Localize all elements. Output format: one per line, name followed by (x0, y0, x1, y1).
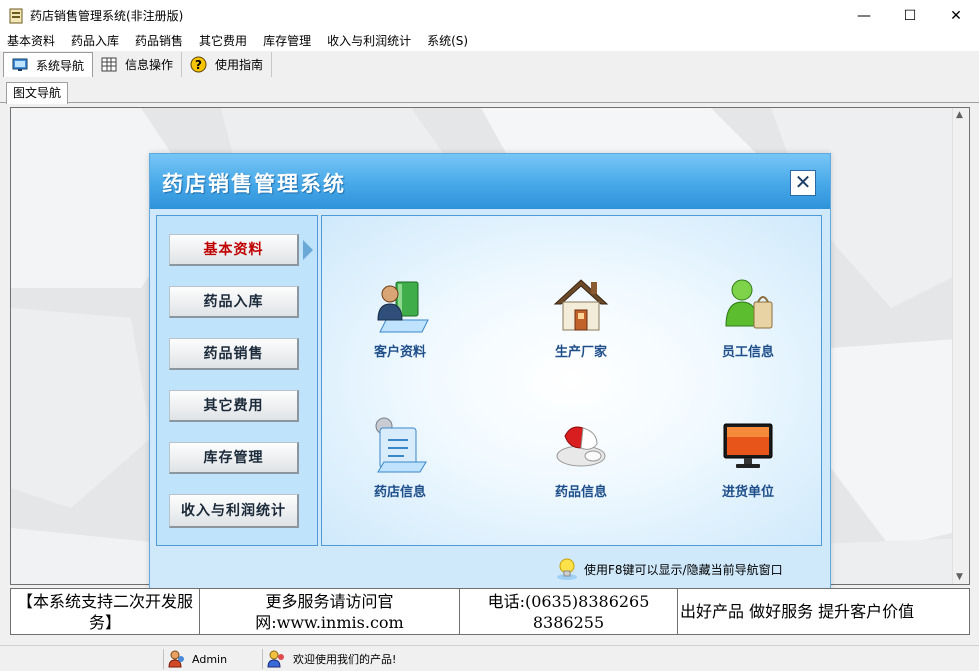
window-title: 药店销售管理系统(非注册版) (30, 9, 184, 23)
tab-strip: 图文导航 (0, 80, 979, 104)
dialog-footer-hint: 使用F8键可以显示/隐藏当前导航窗口 (556, 554, 783, 584)
menu-income-profit[interactable]: 收入与利润统计 (320, 31, 420, 51)
info-cell-dev: 【本系统支持二次开发服务】 (11, 589, 200, 634)
info-cell-slogan: 出好产品 做好服务 提升客户价值 (678, 589, 969, 634)
tab-graphic-nav[interactable]: 图文导航 (6, 82, 69, 104)
user-icon (168, 650, 184, 668)
status-user-name: Admin (192, 652, 228, 666)
info-cell-website: 更多服务请访问官 网:www.inmis.com (200, 589, 460, 634)
info-website-line1: 更多服务请访问官 (265, 591, 394, 611)
nav-dialog: 药店销售管理系统 ✕ 基本资料 药品入库 药品销售 其它费用 库存管理 收入与利… (149, 153, 831, 589)
feature-employee[interactable]: 员工信息 (688, 276, 808, 360)
feature-label: 进货单位 (721, 485, 774, 500)
app-icon (9, 8, 23, 23)
feature-supplier[interactable]: 进货单位 (688, 416, 808, 500)
help-icon: ? (190, 56, 207, 73)
toolbar-system-nav-button[interactable]: 系统导航 (3, 52, 94, 77)
info-website-line2: 网:www.inmis.com (255, 612, 404, 632)
menu-system[interactable]: 系统(S) (420, 31, 477, 51)
clipboard-icon (375, 417, 427, 473)
dialog-header: 药店销售管理系统 ✕ (150, 154, 830, 209)
menu-basic-data[interactable]: 基本资料 (0, 31, 64, 51)
house-icon (553, 279, 609, 331)
scroll-down-icon[interactable]: ▼ (956, 572, 963, 582)
menu-drug-stock-in[interactable]: 药品入库 (64, 31, 128, 51)
monitor-icon (723, 423, 773, 468)
feature-drug-info[interactable]: 药品信息 (521, 416, 641, 500)
nav-drug-sales-button[interactable]: 药品销售 (169, 338, 299, 370)
toolbar-label: 信息操作 (125, 58, 174, 72)
menu-bar: 基本资料 药品入库 药品销售 其它费用 库存管理 收入与利润统计 系统(S) (0, 31, 979, 51)
monitor-icon (12, 58, 28, 71)
status-bar: Admin 欢迎使用我们的产品! (0, 645, 979, 671)
info-phone-line2: 8386255 (532, 612, 605, 632)
status-welcome-text: 欢迎使用我们的产品! (293, 653, 397, 666)
nav-other-expenses-button[interactable]: 其它费用 (169, 390, 299, 422)
toolbar-label: 系统导航 (36, 58, 85, 73)
nav-inventory-button[interactable]: 库存管理 (169, 442, 299, 474)
dialog-close-button[interactable]: ✕ (790, 170, 816, 196)
close-button[interactable]: ✕ (933, 0, 979, 31)
feature-label: 药品信息 (554, 485, 607, 500)
maximize-button[interactable]: ☐ (887, 0, 933, 31)
feature-manufacturer[interactable]: 生产厂家 (521, 276, 641, 360)
minimize-button[interactable]: — (841, 0, 887, 31)
vertical-scrollbar[interactable]: ▲ ▼ (952, 108, 969, 584)
svg-text:?: ? (195, 58, 202, 72)
info-cell-phone: 电话:(0635)8386265 8386255 (460, 589, 678, 634)
status-user: Admin (163, 649, 259, 669)
toolbar-user-guide-button[interactable]: ? 使用指南 (182, 52, 273, 77)
pill-icon (556, 426, 606, 467)
feature-label: 生产厂家 (554, 345, 607, 360)
toolbar: 系统导航 信息操作 ? 使用指南 (0, 51, 979, 78)
menu-inventory[interactable]: 库存管理 (256, 31, 320, 51)
menu-other-expenses[interactable]: 其它费用 (192, 31, 256, 51)
feature-label: 客户资料 (373, 345, 426, 360)
nav-basic-data-button[interactable]: 基本资料 (169, 234, 299, 266)
toolbar-info-ops-button[interactable]: 信息操作 (93, 52, 183, 77)
toolbar-label: 使用指南 (215, 58, 264, 72)
footer-hint-text: 使用F8键可以显示/隐藏当前导航窗口 (584, 562, 783, 577)
info-bar: 【本系统支持二次开发服务】 更多服务请访问官 网:www.inmis.com 电… (10, 588, 970, 635)
grid-icon (101, 57, 117, 72)
nav-income-profit-button[interactable]: 收入与利润统计 (169, 494, 299, 528)
employee-icon (725, 279, 773, 329)
scroll-up-icon[interactable]: ▲ (956, 110, 963, 120)
users-icon (267, 650, 284, 668)
info-dev-text: 【本系统支持二次开发服务】 (16, 591, 193, 632)
feature-label: 药店信息 (373, 485, 426, 500)
title-bar: 药店销售管理系统(非注册版) — ☐ ✕ (0, 0, 979, 31)
feature-pharmacy-info[interactable]: 药店信息 (340, 416, 460, 500)
feature-label: 员工信息 (721, 345, 774, 360)
info-phone-line1: 电话:(0635)8386265 (487, 591, 650, 611)
status-welcome: 欢迎使用我们的产品! (262, 649, 462, 669)
info-slogan-text: 出好产品 做好服务 提升客户价值 (680, 602, 915, 621)
dialog-title: 药店销售管理系统 (162, 171, 346, 196)
feature-customer[interactable]: 客户资料 (340, 276, 460, 360)
dialog-nav-panel: 基本资料 药品入库 药品销售 其它费用 库存管理 收入与利润统计 (156, 215, 318, 546)
nav-drug-stock-in-button[interactable]: 药品入库 (169, 286, 299, 318)
customer-icon (377, 281, 429, 333)
nav-selected-arrow-icon (303, 240, 313, 260)
lightbulb-icon (557, 558, 577, 580)
menu-drug-sales[interactable]: 药品销售 (128, 31, 192, 51)
dialog-feature-panel: 客户资料 生产厂家 员工信息 药店信息 药品信息 进货单位 (321, 215, 822, 546)
